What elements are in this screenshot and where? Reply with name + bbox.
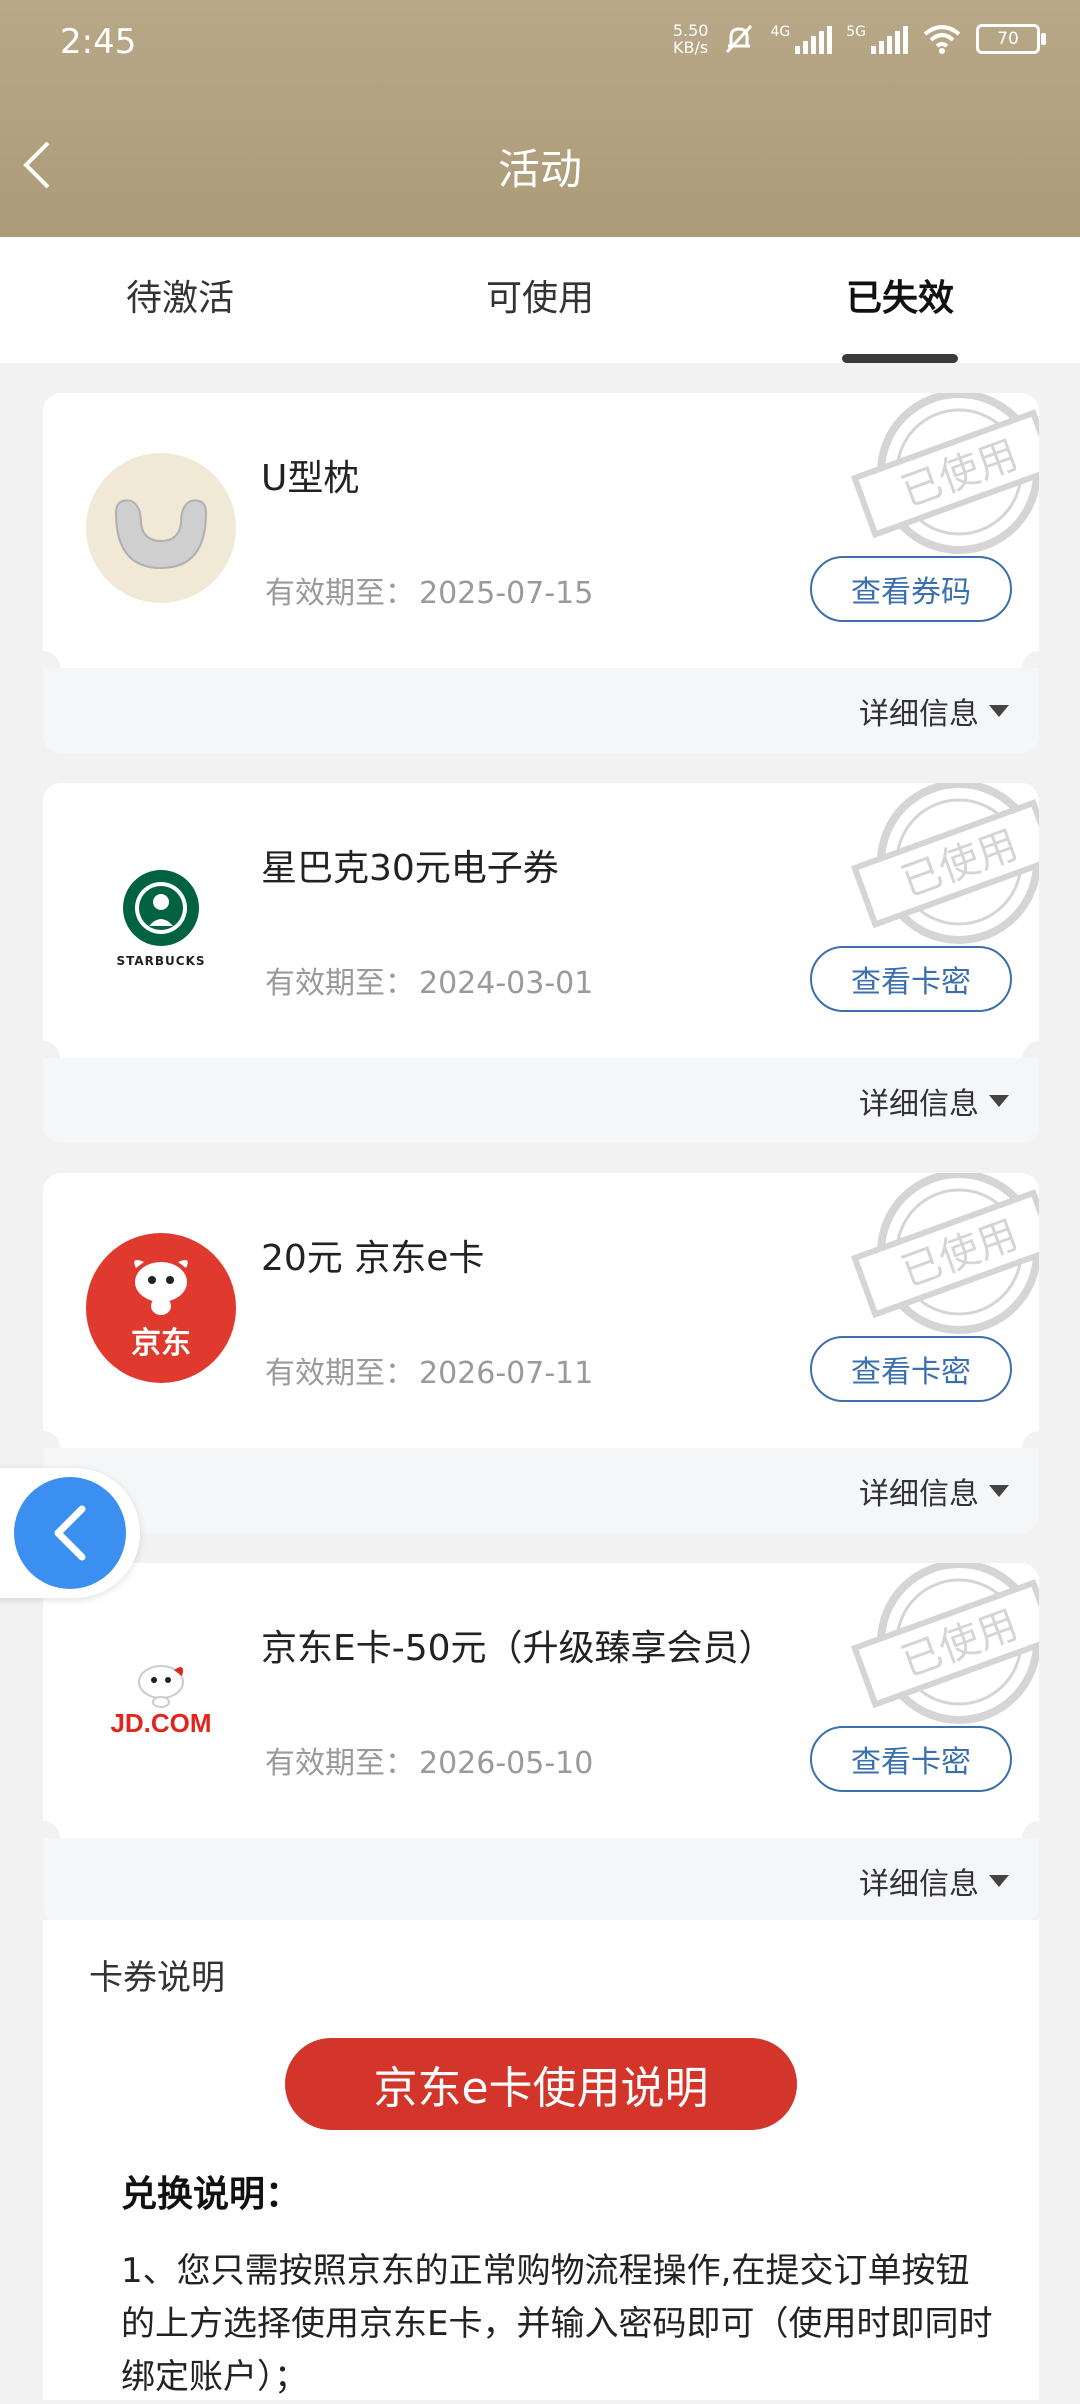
coupon-name: 京东E卡-50元（升级臻享会员）: [261, 1628, 775, 1669]
coupon-card: JD.COM 京东E卡-50元（升级臻享会员） 有效期至： 2026-05-10 …: [43, 1563, 1039, 1923]
coupon-name: 20元 京东e卡: [261, 1238, 485, 1279]
section-title: 卡券说明: [89, 1958, 225, 1998]
neck-pillow-icon: [86, 453, 236, 603]
tab-bar: 待激活 可使用 已失效: [0, 237, 1080, 363]
active-tab-indicator: [842, 354, 958, 363]
battery-icon: 70: [976, 24, 1046, 54]
tab-pending-activation[interactable]: 待激活: [0, 237, 360, 363]
triangle-down-icon: [989, 1874, 1009, 1887]
starbucks-logo: STARBUCKS: [86, 843, 236, 993]
coupon-card: STARBUCKS 星巴克30元电子券 有效期至： 2024-03-01 查看卡密…: [43, 783, 1039, 1143]
used-stamp-icon: 已使用: [850, 783, 1039, 944]
header-bar: 2:45 5.50 KB/s 4G 5G 70 活动: [0, 0, 1080, 237]
signal-5g-icon: 5G: [846, 24, 908, 54]
floating-back-button[interactable]: [0, 1468, 140, 1598]
jd-dog-logo: 京东: [86, 1233, 236, 1383]
tab-usable[interactable]: 可使用: [360, 237, 720, 363]
used-stamp-icon: 已使用: [850, 1563, 1039, 1724]
status-time: 2:45: [60, 22, 137, 62]
coupon-expiry: 有效期至： 2024-03-01: [265, 966, 594, 1001]
net-speed: 5.50 KB/s: [672, 21, 709, 57]
used-stamp-icon: 已使用: [850, 1173, 1039, 1334]
coupon-card: U型枕 有效期至： 2025-07-15 查看券码 已使用 详细信息: [43, 393, 1039, 753]
coupon-expiry: 有效期至： 2026-07-11: [265, 1356, 594, 1391]
signal-4g-icon: 4G: [770, 24, 833, 54]
bell-muted-icon: [726, 24, 753, 54]
coupon-name: U型枕: [261, 458, 360, 499]
detail-info-toggle[interactable]: 详细信息: [859, 689, 1009, 733]
triangle-down-icon: [989, 1484, 1009, 1497]
coupon-expiry: 有效期至： 2025-07-15: [265, 576, 594, 611]
status-icons: 5.50 KB/s 4G 5G 70: [672, 21, 1046, 57]
detail-info-toggle[interactable]: 详细信息: [859, 1469, 1009, 1513]
redeem-instructions-heading: 兑换说明：: [121, 2174, 302, 2215]
jd-com-logo: JD.COM: [86, 1623, 236, 1773]
coupon-name: 星巴克30元电子券: [261, 848, 559, 889]
wifi-icon: [923, 25, 961, 54]
jd-ecard-usage-banner: 京东e卡使用说明: [285, 2038, 797, 2130]
coupon-card: 京东 20元 京东e卡 有效期至： 2026-07-11 查看卡密 已使用 详细信…: [43, 1173, 1039, 1533]
tab-expired[interactable]: 已失效: [720, 237, 1080, 363]
triangle-down-icon: [989, 1094, 1009, 1107]
detail-info-toggle[interactable]: 详细信息: [859, 1079, 1009, 1123]
detail-info-toggle[interactable]: 详细信息: [859, 1859, 1009, 1903]
page-title: 活动: [497, 145, 582, 194]
coupon-expiry: 有效期至： 2026-05-10: [265, 1746, 594, 1781]
chevron-left-icon: [54, 1505, 86, 1561]
coupon-description-section: 卡券说明 京东e卡使用说明 兑换说明： 1、您只需按照京东的正常购物流程操作,在…: [43, 1920, 1039, 2400]
used-stamp-icon: 已使用: [850, 393, 1039, 554]
redeem-instructions-text: 1、您只需按照京东的正常购物流程操作,在提交订单按钮的上方选择使用京东E卡，并输…: [121, 2251, 993, 2397]
triangle-down-icon: [989, 704, 1009, 717]
